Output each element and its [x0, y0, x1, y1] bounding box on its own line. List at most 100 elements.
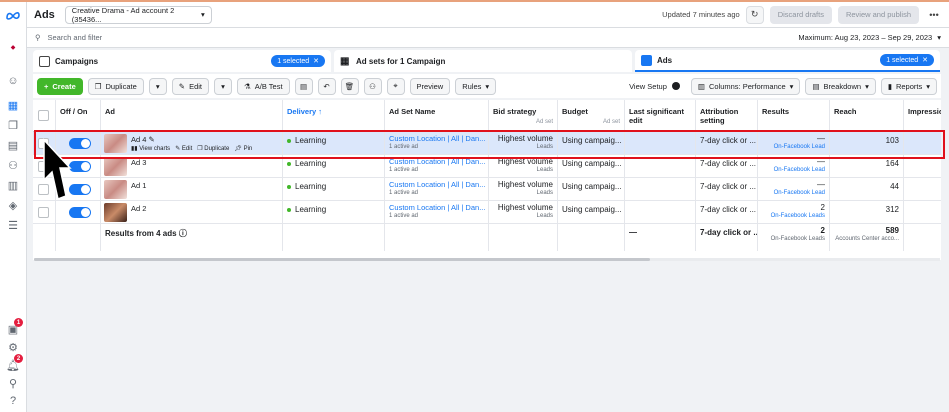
table-row[interactable]: Ad 1 Learning Custom Location | All | Da…	[33, 178, 941, 201]
highlight-box	[34, 130, 945, 159]
select-all-checkbox[interactable]	[38, 110, 49, 121]
summary-reach-sub: Accounts Center acco...	[835, 236, 899, 242]
account-logo-icon[interactable]: ◆	[6, 40, 20, 54]
page-title: Ads	[34, 8, 55, 21]
reports-label: Reports	[895, 81, 923, 91]
bid-sub: Leads	[536, 167, 553, 173]
col-reach[interactable]: Reach	[830, 100, 904, 131]
row-checkbox[interactable]	[38, 207, 49, 218]
delivery-cell: Learning	[283, 178, 385, 200]
ad-name[interactable]: Ad 3	[131, 158, 146, 167]
select-all-cell	[33, 100, 56, 131]
abtest-label: A/B Test	[254, 81, 283, 91]
results-sub[interactable]: On-Facebook Lead	[762, 190, 825, 196]
col-delivery[interactable]: Delivery ↑	[283, 100, 385, 131]
campaigns-selected-pill[interactable]: 1 selected ✕	[271, 55, 325, 67]
review-publish-button[interactable]: Review and publish	[837, 5, 919, 24]
discard-drafts-button[interactable]: Discard drafts	[769, 5, 832, 24]
chevron-down-icon: ▾	[865, 81, 869, 91]
col-budget[interactable]: Budget Ad set	[558, 100, 625, 131]
catalog-icon[interactable]: ▥	[6, 178, 20, 192]
tab-ads[interactable]: Ads 1 selected ✕	[635, 50, 940, 72]
columns-button[interactable]: ▥ Columns: Performance ▾	[690, 77, 801, 95]
delivery-status: Learning	[295, 205, 327, 214]
duplicate-label: Duplicate	[105, 81, 137, 91]
undo-icon: ↶	[323, 81, 330, 91]
ad-name[interactable]: Ad 1	[131, 181, 146, 190]
view-setup-label: View Setup	[629, 81, 667, 91]
left-nav-rail: ◆ ☺ ▦ ❐ ▤ ⚇ ▥ ◈ ☰ ▣ 1 ⚙ 🔔︎ 2 ⚲ ?	[0, 2, 27, 412]
smile-icon[interactable]: ☺	[6, 74, 20, 88]
create-button[interactable]: + Create	[37, 77, 83, 95]
results-sub[interactable]: On-Facebook Lead	[762, 167, 825, 173]
adset-link[interactable]: Custom Location | All | Dan...	[389, 180, 485, 189]
people-button[interactable]: ⚇	[363, 77, 382, 95]
table-grid-icon[interactable]: ▦	[6, 98, 20, 112]
clipboard-icon[interactable]: ▤	[6, 138, 20, 152]
col-results[interactable]: Results	[758, 100, 830, 131]
rules-label: Rules	[462, 81, 482, 91]
more-options-icon[interactable]: •••	[925, 5, 943, 24]
meta-logo-icon[interactable]	[6, 8, 20, 22]
notifications-inbox-icon[interactable]: ▣ 1	[6, 318, 23, 336]
date-range-label: Maximum: Aug 23, 2023 – Sep 29, 2023	[798, 33, 933, 42]
results-sub[interactable]: On-Facebook Leads	[762, 213, 825, 219]
col-last-edit[interactable]: Last significant edit	[625, 100, 696, 131]
col-off-on[interactable]: Off / On	[56, 100, 101, 131]
duplicate-dropdown[interactable]: ▾	[148, 77, 167, 95]
horizontal-scrollbar-thumb[interactable]	[34, 258, 650, 261]
summary-label-text: Results from 4 ads	[105, 229, 177, 238]
adset-link[interactable]: Custom Location | All | Dan...	[389, 203, 485, 212]
budget-cell: Using campaig...	[558, 178, 625, 200]
results-cell: 2 On-Facebook Leads	[758, 201, 830, 223]
preview-button[interactable]: Preview	[409, 77, 451, 95]
search-bar: ⚲ Search and filter Maximum: Aug 23, 202…	[27, 28, 949, 48]
duplicate-button[interactable]: ❐ Duplicate	[87, 77, 144, 95]
on-off-toggle[interactable]	[69, 207, 91, 218]
layers-icon[interactable]: ◈	[6, 198, 20, 212]
clipboard-button[interactable]: ▤	[294, 77, 313, 95]
refresh-icon[interactable]: ↻	[745, 5, 764, 24]
edit-dropdown[interactable]: ▾	[214, 77, 232, 95]
close-icon[interactable]: ✕	[922, 56, 928, 64]
tab-adsets[interactable]: ▦ Ad sets for 1 Campaign	[334, 50, 632, 72]
row-checkbox-cell	[33, 201, 56, 223]
ad-name[interactable]: Ad 2	[131, 204, 146, 213]
ad-thumbnail	[104, 203, 127, 222]
bell-icon[interactable]: 🔔︎ 2	[6, 354, 23, 372]
audience-icon[interactable]: ⚇	[6, 158, 20, 172]
table-row[interactable]: Ad 2 Learning Custom Location | All | Da…	[33, 201, 941, 224]
undo-button[interactable]: ↶	[317, 77, 336, 95]
col-impressions[interactable]: Impression	[904, 100, 941, 131]
tag-button[interactable]: ⌖	[386, 77, 405, 95]
date-range-picker[interactable]: Maximum: Aug 23, 2023 – Sep 29, 2023 ▾	[798, 33, 949, 42]
people-icon: ⚇	[369, 81, 376, 91]
account-selector[interactable]: Creative Drama - Ad account 2 (35436... …	[64, 5, 212, 24]
close-icon[interactable]: ✕	[313, 57, 319, 65]
header-sub: Ad set	[535, 119, 553, 125]
search-input[interactable]: ⚲ Search and filter	[27, 33, 798, 42]
ads-selected-pill[interactable]: 1 selected ✕	[880, 54, 934, 66]
settings-gear-icon[interactable]: ⚙	[6, 340, 20, 354]
pages-icon[interactable]: ❐	[6, 118, 20, 132]
summary-label: Results from 4 ads ⓘ	[101, 224, 283, 251]
delete-button[interactable]: 🗑︎	[340, 77, 359, 95]
help-icon[interactable]: ?	[6, 394, 20, 408]
breakdown-button[interactable]: ▤ Breakdown ▾	[805, 77, 876, 95]
col-ad[interactable]: Ad	[101, 100, 283, 131]
edit-button[interactable]: ✎ Edit	[171, 77, 209, 95]
search-icon[interactable]: ⚲	[6, 376, 20, 390]
col-ad-set-name[interactable]: Ad Set Name	[385, 100, 489, 131]
impressions-cell	[904, 178, 941, 200]
col-bid-strategy[interactable]: Bid strategy Ad set	[489, 100, 558, 131]
view-setup-toggle[interactable]	[671, 82, 680, 90]
col-attribution[interactable]: Attribution setting	[696, 100, 758, 131]
reports-button[interactable]: ▮ Reports ▾	[880, 77, 937, 95]
ab-test-button[interactable]: ⚗ A/B Test	[237, 77, 290, 95]
menu-icon[interactable]: ☰	[6, 218, 20, 232]
selected-count: 1 selected	[886, 56, 919, 64]
rules-button[interactable]: Rules ▾	[455, 77, 497, 95]
edit-label: Edit	[189, 81, 202, 91]
info-icon[interactable]: ⓘ	[179, 229, 187, 238]
tab-campaigns[interactable]: Campaigns 1 selected ✕	[33, 50, 331, 72]
